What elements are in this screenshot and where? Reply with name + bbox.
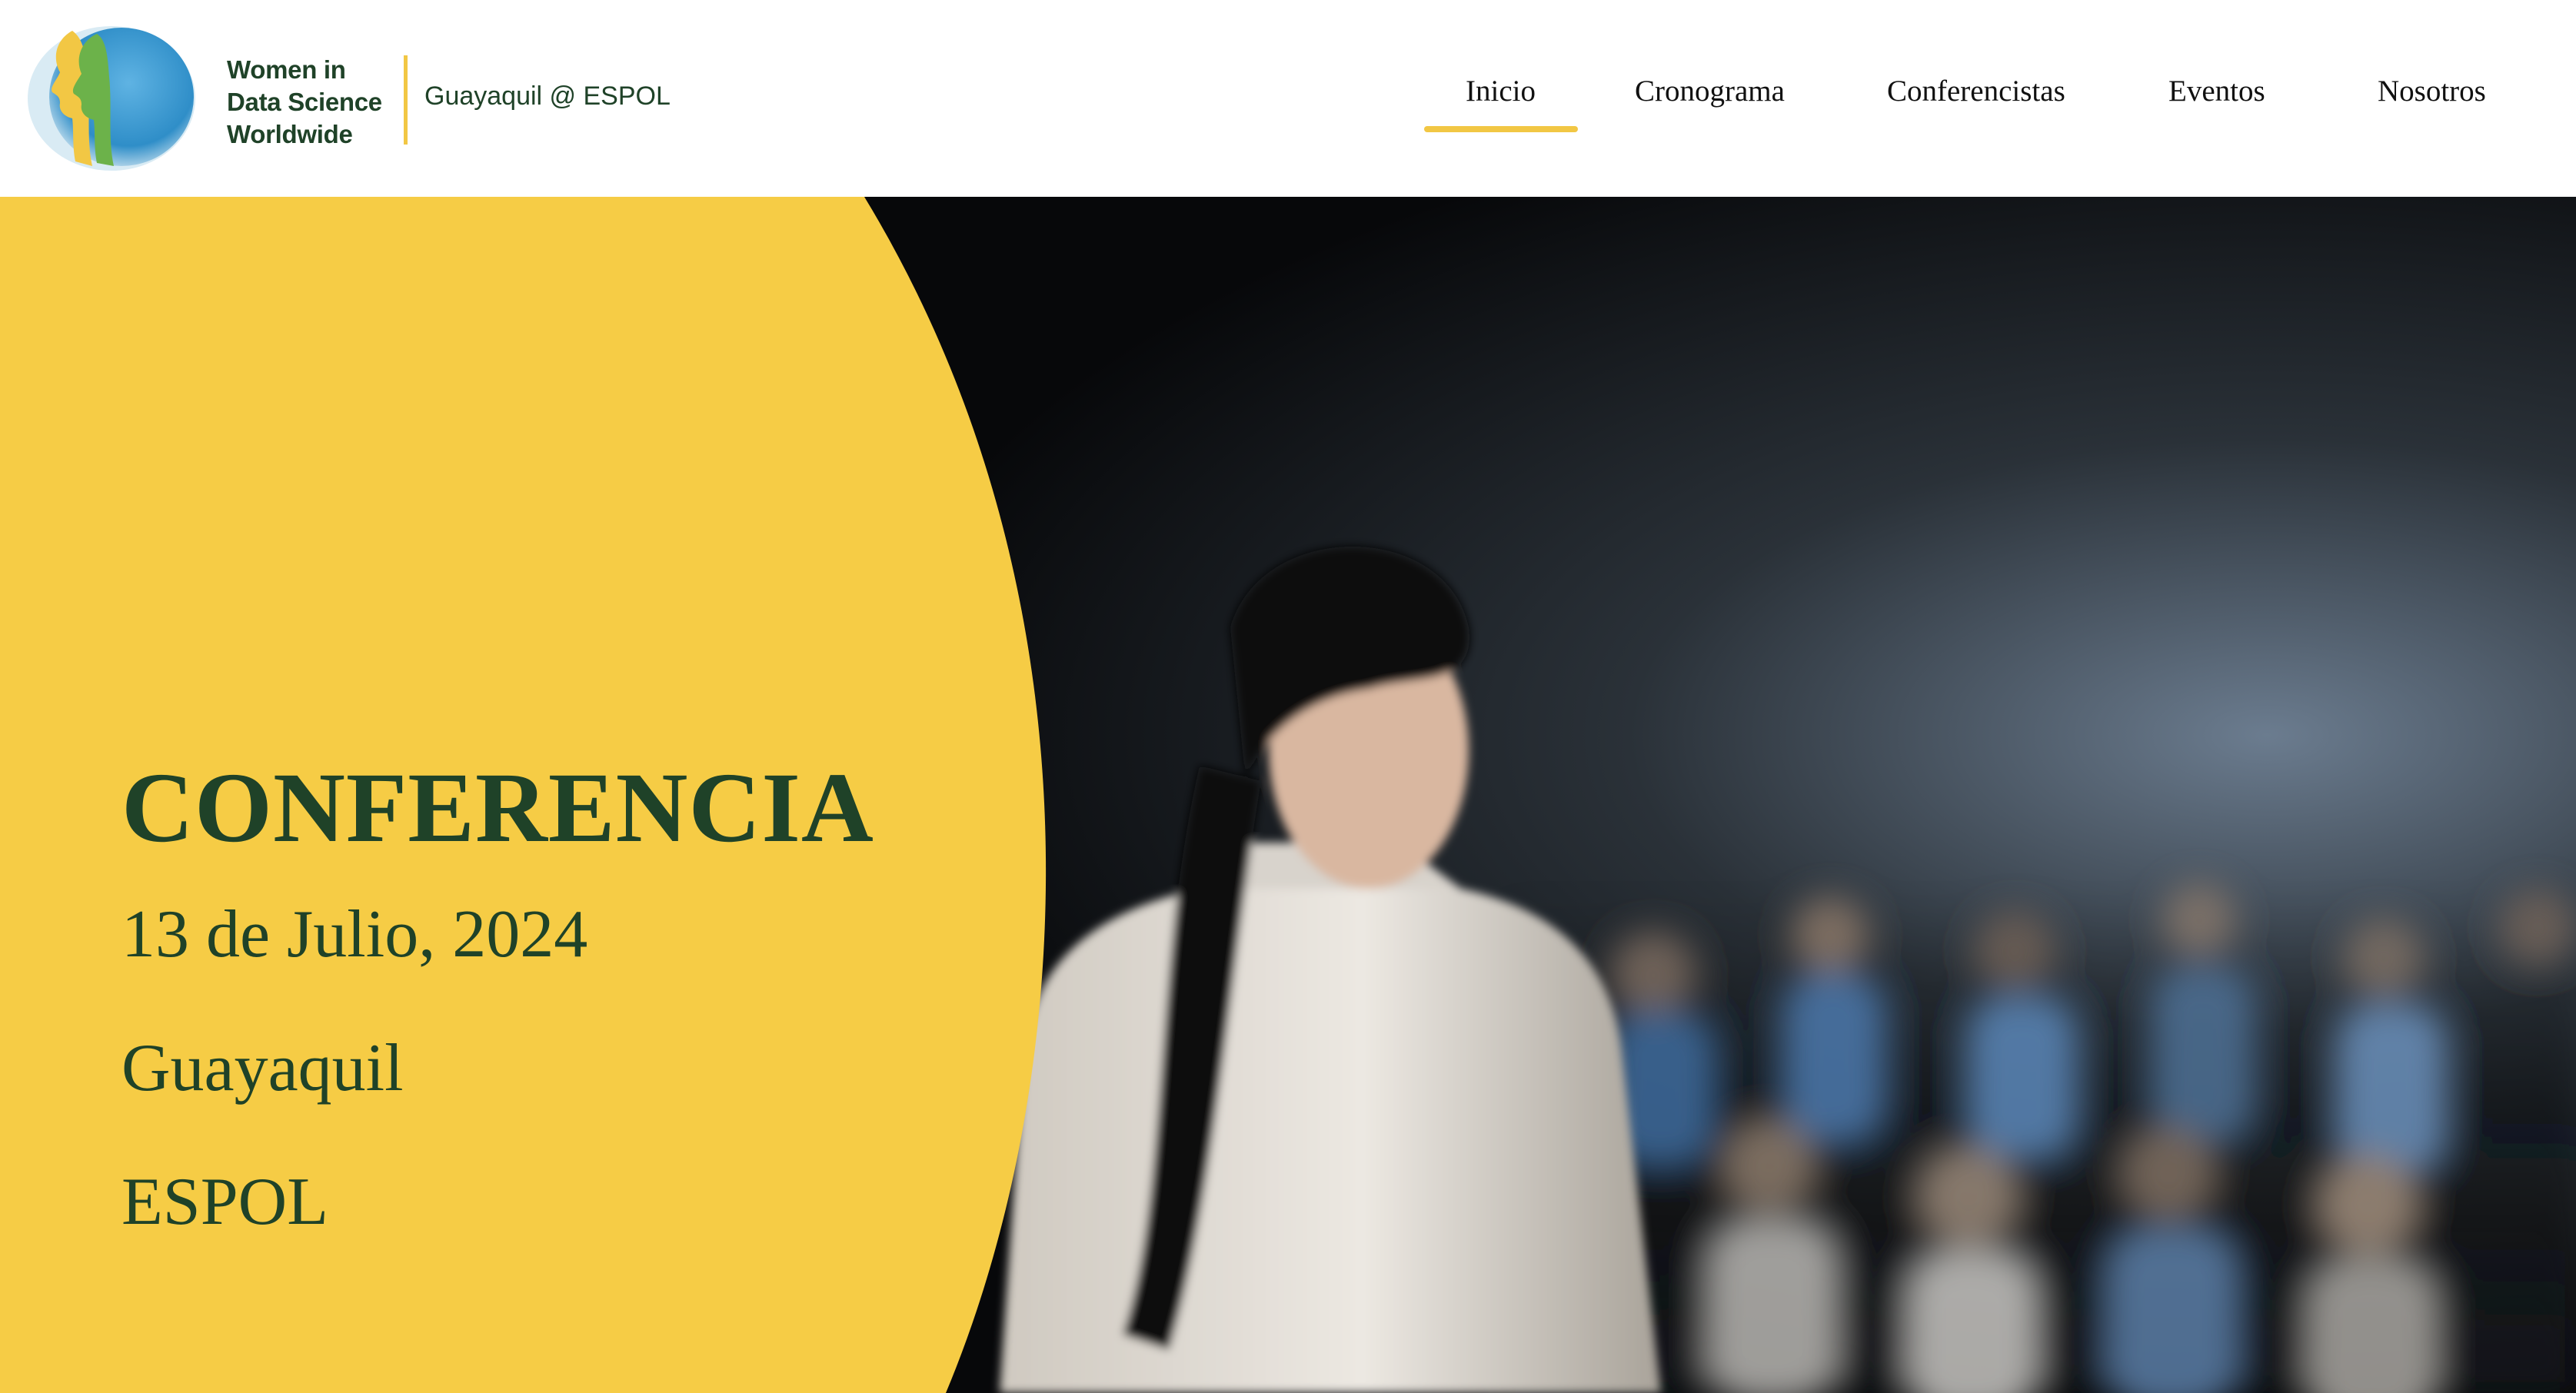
brand-name-line-1: Women in (227, 55, 346, 84)
nav-item-eventos[interactable]: Eventos (2168, 74, 2265, 108)
hero-text-block: CONFERENCIA 13 de Julio, 2024 Guayaquil … (121, 750, 874, 1241)
brand-name-line-2: Data Science (227, 88, 382, 116)
hero-venue: ESPOL (121, 1165, 328, 1239)
hero-section: CONFERENCIA 13 de Julio, 2024 Guayaquil … (0, 197, 2576, 1393)
logo-divider (404, 55, 408, 145)
hero-city: Guayaquil (121, 1031, 404, 1105)
brand-name: Women in Data Science Worldwide (227, 54, 382, 151)
brand-name-line-3: Worldwide (227, 120, 353, 148)
site-header: Women in Data Science Worldwide Guayaqui… (0, 0, 2576, 197)
nav-item-inicio[interactable]: Inicio (1466, 74, 1536, 108)
hero-title: CONFERENCIA (121, 753, 874, 863)
wids-globe-logo-icon (28, 26, 195, 171)
nav-item-conferencistas[interactable]: Conferencistas (1887, 74, 2065, 108)
hero-date: 13 de Julio, 2024 (121, 897, 588, 972)
nav-item-nosotros[interactable]: Nosotros (2378, 74, 2486, 108)
nav-item-cronograma[interactable]: Cronograma (1635, 74, 1785, 108)
nav-active-indicator (1424, 126, 1578, 132)
site-logo[interactable]: Women in Data Science Worldwide Guayaqui… (26, 23, 671, 177)
brand-subtitle: Guayaquil @ ESPOL (424, 81, 671, 111)
